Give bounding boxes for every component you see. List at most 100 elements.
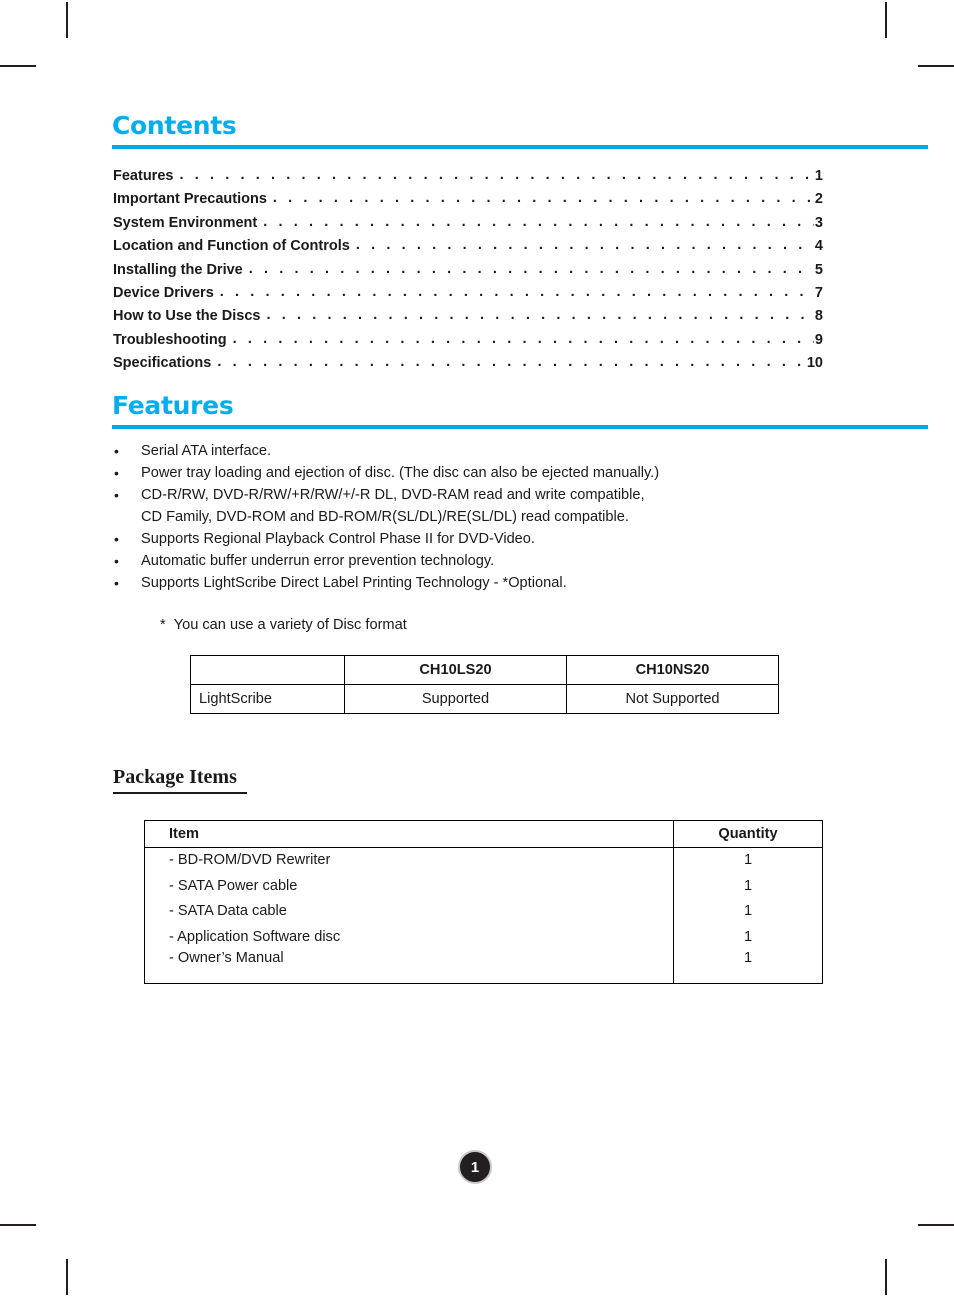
bullet-icon: • bbox=[114, 531, 119, 547]
toc-entry-label: Important Precautions bbox=[113, 191, 267, 208]
toc-entry[interactable]: Device Drivers . . . . . . . . . . . . . … bbox=[113, 282, 823, 305]
toc-entry-label: How to Use the Discs bbox=[113, 308, 261, 325]
features-heading: Features bbox=[112, 391, 234, 420]
bullet-icon: • bbox=[114, 553, 119, 569]
feature-bullet-text: Supports Regional Playback Control Phase… bbox=[141, 528, 834, 550]
package-header-quantity: Quantity bbox=[673, 820, 823, 848]
toc-entry[interactable]: Specifications . . . . . . . . . . . . . … bbox=[113, 352, 823, 375]
contents-heading-rule bbox=[112, 145, 928, 149]
package-item-name: - SATA Data cable bbox=[144, 898, 674, 924]
table-header-row: CH10LS20 CH10NS20 bbox=[190, 655, 779, 685]
toc-entry-page-number: 4 bbox=[814, 238, 823, 255]
toc-entry-page-number: 3 bbox=[814, 214, 823, 231]
table-row: - Application Software disc 1 bbox=[144, 924, 823, 950]
lightscribe-ch10ls20-value: Supported bbox=[344, 684, 567, 714]
toc-entry-label: Device Drivers bbox=[113, 284, 214, 301]
toc-dot-leader: . . . . . . . . . . . . . . . . . . . . … bbox=[217, 354, 806, 371]
toc-dot-leader: . . . . . . . . . . . . . . . . . . . . … bbox=[248, 260, 814, 277]
toc-entry-page-number: 2 bbox=[814, 191, 823, 208]
lightscribe-row-label: LightScribe bbox=[190, 684, 345, 714]
toc-entry-page-number: 8 bbox=[814, 308, 823, 325]
bullet-icon: • bbox=[114, 487, 119, 503]
table-row: - SATA Data cable 1 bbox=[144, 898, 823, 924]
toc-dot-leader: . . . . . . . . . . . . . . . . . . . . … bbox=[263, 213, 814, 230]
feature-bullet-line: Power tray loading and ejection of disc.… bbox=[141, 465, 660, 481]
package-item-name: - SATA Power cable bbox=[144, 873, 674, 899]
toc-entry[interactable]: Location and Function of Controls . . . .… bbox=[113, 235, 823, 258]
toc-entry-label: Specifications bbox=[113, 355, 212, 372]
bullet-icon: • bbox=[114, 465, 119, 481]
toc-dot-leader: . . . . . . . . . . . . . . . . . . . . … bbox=[232, 330, 814, 347]
toc-entry-page-number: 7 bbox=[814, 284, 823, 301]
table-row: - BD-ROM/DVD Rewriter 1 bbox=[144, 846, 823, 873]
package-items-table: Item Quantity - BD-ROM/DVD Rewriter 1- SA… bbox=[144, 820, 823, 984]
package-item-quantity: 1 bbox=[673, 846, 823, 873]
package-item-quantity: 1 bbox=[673, 873, 823, 899]
toc-entry-label: Installing the Drive bbox=[113, 261, 243, 278]
toc-dot-leader: . . . . . . . . . . . . . . . . . . . . … bbox=[219, 283, 814, 300]
toc-entry[interactable]: System Environment . . . . . . . . . . . … bbox=[113, 212, 823, 235]
package-item-name: - BD-ROM/DVD Rewriter bbox=[144, 846, 674, 873]
toc-entry-page-number: 5 bbox=[814, 261, 823, 278]
features-heading-rule bbox=[112, 425, 928, 429]
package-item-quantity: 1 bbox=[673, 924, 823, 950]
feature-bullet-line: CD-R/RW, DVD-R/RW/+R/RW/+/-R DL, DVD-RAM… bbox=[141, 487, 645, 503]
toc-dot-leader: . . . . . . . . . . . . . . . . . . . . … bbox=[355, 237, 814, 254]
lightscribe-ch10ns20-value: Not Supported bbox=[566, 684, 779, 714]
feature-bullet-line: Automatic buffer underrun error preventi… bbox=[141, 553, 495, 569]
lightscribe-header-blank bbox=[190, 655, 345, 685]
table-row: LightScribe Supported Not Supported bbox=[190, 684, 779, 714]
lightscribe-header-ch10ns20: CH10NS20 bbox=[566, 655, 779, 685]
feature-bullet: • CD-R/RW, DVD-R/RW/+R/RW/+/-R DL, DVD-RA… bbox=[114, 484, 834, 528]
feature-bullet-text: Automatic buffer underrun error preventi… bbox=[141, 550, 834, 572]
toc-entry-label: Location and Function of Controls bbox=[113, 238, 350, 255]
package-item-name: - Application Software disc bbox=[144, 924, 674, 950]
package-items-heading: Package Items bbox=[113, 765, 247, 794]
toc-entry-page-number: 9 bbox=[814, 331, 823, 348]
feature-bullet-line-continued: CD Family, DVD-ROM and BD-ROM/R(SL/DL)/R… bbox=[141, 509, 629, 525]
toc-entry[interactable]: Features . . . . . . . . . . . . . . . . … bbox=[113, 165, 823, 188]
toc-entry[interactable]: How to Use the Discs . . . . . . . . . . … bbox=[113, 305, 823, 328]
features-bullet-list: • Serial ATA interface. • Power tray loadin… bbox=[114, 440, 834, 594]
package-header-item: Item bbox=[144, 820, 674, 848]
feature-bullet-text: Serial ATA interface. bbox=[141, 440, 834, 462]
page-number-badge: 1 bbox=[458, 1150, 492, 1184]
feature-bullet-line: Supports LightScribe Direct Label Printi… bbox=[141, 575, 567, 591]
toc-entry[interactable]: Troubleshooting . . . . . . . . . . . . .… bbox=[113, 329, 823, 352]
lightscribe-header-ch10ls20: CH10LS20 bbox=[344, 655, 567, 685]
manual-page: Contents Features . . . . . . . . . . . .… bbox=[0, 0, 954, 1297]
table-of-contents: Features . . . . . . . . . . . . . . . . … bbox=[113, 165, 823, 376]
feature-bullet: • Automatic buffer underrun error prevent… bbox=[114, 550, 834, 572]
toc-entry-label: System Environment bbox=[113, 214, 258, 231]
toc-dot-leader: . . . . . . . . . . . . . . . . . . . . … bbox=[266, 307, 813, 324]
bullet-icon: • bbox=[114, 575, 119, 591]
feature-bullet: • Supports LightScribe Direct Label Print… bbox=[114, 572, 834, 594]
bullet-icon: • bbox=[114, 443, 119, 459]
feature-bullet-line: Serial ATA interface. bbox=[141, 443, 272, 459]
toc-entry[interactable]: Installing the Drive . . . . . . . . . . … bbox=[113, 259, 823, 282]
package-item-quantity: 1 bbox=[673, 949, 823, 984]
feature-bullet: • Serial ATA interface. bbox=[114, 440, 834, 462]
contents-heading: Contents bbox=[112, 111, 237, 140]
toc-entry-label: Troubleshooting bbox=[113, 331, 227, 348]
asterisk-icon: * bbox=[160, 617, 166, 633]
toc-dot-leader: . . . . . . . . . . . . . . . . . . . . … bbox=[272, 190, 814, 207]
feature-bullet-line: Supports Regional Playback Control Phase… bbox=[141, 531, 535, 547]
feature-bullet: • Power tray loading and ejection of disc… bbox=[114, 462, 834, 484]
disc-format-footnote: * You can use a variety of Disc format bbox=[160, 614, 407, 636]
lightscribe-support-table: CH10LS20 CH10NS20 LightScribe Supported … bbox=[190, 655, 779, 714]
toc-entry-label: Features bbox=[113, 168, 174, 184]
feature-bullet-text: CD-R/RW, DVD-R/RW/+R/RW/+/-R DL, DVD-RAM… bbox=[141, 484, 834, 528]
feature-bullet: • Supports Regional Playback Control Phas… bbox=[114, 528, 834, 550]
toc-entry-page-number: 1 bbox=[814, 168, 823, 184]
toc-entry[interactable]: Important Precautions . . . . . . . . . .… bbox=[113, 188, 823, 211]
feature-bullet-text: Supports LightScribe Direct Label Printi… bbox=[141, 572, 834, 594]
toc-dot-leader: . . . . . . . . . . . . . . . . . . . . … bbox=[179, 167, 813, 183]
feature-bullet-text: Power tray loading and ejection of disc.… bbox=[141, 462, 834, 484]
table-row: - SATA Power cable 1 bbox=[144, 873, 823, 899]
table-row: - Owner’s Manual 1 bbox=[144, 949, 823, 984]
toc-entry-page-number: 10 bbox=[806, 355, 823, 372]
table-header-row: Item Quantity bbox=[144, 820, 823, 848]
footnote-text: You can use a variety of Disc format bbox=[173, 617, 407, 633]
package-item-quantity: 1 bbox=[673, 898, 823, 924]
